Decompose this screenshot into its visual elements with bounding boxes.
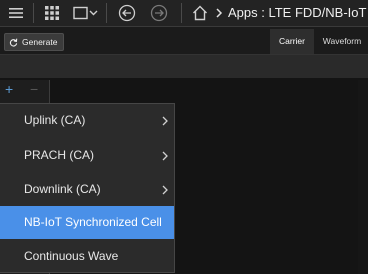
home-icon[interactable] bbox=[190, 0, 210, 26]
back-icon[interactable] bbox=[117, 0, 137, 26]
menu-item-label: Continuous Wave bbox=[24, 249, 119, 263]
chevron-right-icon bbox=[162, 185, 168, 195]
menu-item-label: Downlink (CA) bbox=[24, 182, 101, 196]
toolbar: Generate Carrier Waveform bbox=[0, 27, 368, 55]
chevron-right-icon bbox=[162, 151, 168, 161]
menu-item-nb-iot-synchronized-cell[interactable]: NB-IoT Synchronized Cell bbox=[0, 206, 174, 239]
menu-icon[interactable] bbox=[6, 0, 26, 26]
apps-grid-icon[interactable] bbox=[42, 0, 62, 26]
header-stripe bbox=[0, 55, 368, 78]
menu-item-label: Uplink (CA) bbox=[24, 113, 86, 127]
breadcrumb-chevron-icon bbox=[213, 0, 225, 26]
menu-item-label: PRACH (CA) bbox=[24, 148, 95, 162]
menu-item-prach-ca[interactable]: PRACH (CA) bbox=[0, 139, 174, 172]
menu-item-label: NB-IoT Synchronized Cell bbox=[24, 215, 162, 229]
tab-carrier[interactable]: Carrier bbox=[270, 29, 314, 54]
scrollbar[interactable] bbox=[358, 80, 368, 274]
add-carrier-menu: Uplink (CA) PRACH (CA) Downlink (CA) NB-… bbox=[0, 103, 175, 273]
menu-item-continuous-wave[interactable]: Continuous Wave bbox=[0, 240, 174, 273]
menu-item-uplink-ca[interactable]: Uplink (CA) bbox=[0, 104, 174, 137]
remove-button[interactable]: − bbox=[30, 81, 38, 97]
layout-dropdown-icon[interactable] bbox=[72, 0, 100, 26]
add-button[interactable]: + bbox=[5, 81, 13, 97]
refresh-icon bbox=[9, 38, 18, 47]
page-title: Apps : LTE FDD/NB-IoT bbox=[228, 5, 367, 20]
generate-label: Generate bbox=[22, 37, 58, 47]
forward-icon[interactable] bbox=[149, 0, 169, 26]
top-bar: Apps : LTE FDD/NB-IoT bbox=[0, 0, 368, 27]
tab-waveform[interactable]: Waveform bbox=[316, 29, 368, 54]
generate-button[interactable]: Generate bbox=[4, 33, 65, 51]
chevron-right-icon bbox=[162, 116, 168, 126]
menu-item-downlink-ca[interactable]: Downlink (CA) bbox=[0, 173, 174, 206]
